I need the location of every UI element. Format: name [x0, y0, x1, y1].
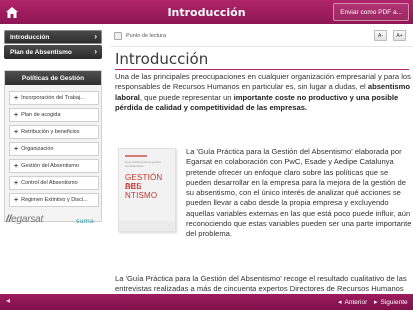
politica-label: Organización — [21, 146, 54, 152]
results-paragraph: La 'Guía Práctica para la Gestión del Ab… — [115, 274, 407, 294]
politicas-title: Políticas de Gestión — [5, 71, 101, 85]
politica-item[interactable]: + Regimen Extintivo y Disci... — [9, 193, 99, 207]
send-pdf-button[interactable]: Enviar como PDF a... — [333, 3, 409, 21]
font-increase-button[interactable]: A+ — [393, 30, 406, 41]
plus-icon: + — [14, 196, 19, 204]
intro-paragraph: Una de las principales preocupaciones en… — [115, 72, 411, 112]
plus-icon: + — [14, 179, 19, 187]
politica-item[interactable]: + Gestión del Absentismo — [9, 159, 99, 173]
nav-plan-absentismo[interactable]: Plan de Absentismo › — [4, 45, 102, 59]
font-decrease-button[interactable]: A- — [374, 30, 387, 41]
guide-cover-image: Guía práctica para la gestión del absent… — [118, 148, 176, 232]
top-bar: Introducción Enviar como PDF a... — [0, 0, 413, 24]
bookmark-icon — [114, 31, 122, 40]
sidebar: Introducción › Plan de Absentismo › Polí… — [0, 24, 106, 294]
next-label: Siguiente — [380, 298, 408, 306]
main-content[interactable]: Punto de lectura A- A+ Introducción Una … — [110, 24, 413, 294]
previous-label: Anterior — [344, 298, 368, 306]
plus-icon: + — [14, 128, 19, 136]
previous-button[interactable]: ◂ Anterior — [335, 296, 367, 308]
politica-item[interactable]: + Control del Absentismo — [9, 176, 99, 190]
nav-label: Plan de Absentismo — [10, 48, 72, 56]
chevron-right-icon: › — [94, 32, 97, 41]
politicas-panel: Políticas de Gestión + Incorporación del … — [4, 70, 102, 222]
politica-label: Plan de acogida — [21, 112, 61, 118]
bottom-bar: ◂ ◂ Anterior ▸ Siguiente — [0, 294, 413, 310]
egarsat-logo: //egarsat — [6, 214, 44, 225]
politica-item[interactable]: + Incorporación del Trabaj... — [9, 91, 99, 105]
previous-icon: ◂ — [338, 299, 342, 306]
politica-label: Gestión del Absentismo — [21, 163, 79, 169]
back-arrow-icon[interactable]: ◂ — [6, 296, 10, 305]
nav-introduccion[interactable]: Introducción › — [4, 30, 102, 44]
politica-item[interactable]: + Plan de acogida — [9, 108, 99, 122]
next-icon: ▸ — [374, 299, 378, 306]
guide-paragraph: La 'Guía Práctica para la Gestión del Ab… — [186, 147, 412, 239]
politica-item[interactable]: + Organización — [9, 142, 99, 156]
window-title: Introducción — [167, 5, 246, 19]
politica-label: Regimen Extintivo y Disci... — [21, 197, 88, 203]
politica-item[interactable]: + Retribución y beneficios — [9, 125, 99, 139]
plus-icon: + — [14, 145, 19, 153]
plus-icon: + — [14, 162, 19, 170]
title-underline — [115, 69, 409, 70]
politica-label: Retribución y beneficios — [21, 129, 80, 135]
plus-icon: + — [14, 94, 19, 102]
next-button[interactable]: ▸ Siguiente — [371, 296, 408, 308]
suma-logo: suma — [76, 217, 94, 225]
home-icon[interactable] — [4, 4, 20, 20]
page-title: Introducción — [115, 50, 209, 68]
politica-label: Incorporación del Trabaj... — [21, 95, 85, 101]
content-toolbar: Punto de lectura A- A+ — [110, 24, 413, 46]
nav-label: Introducción — [10, 33, 50, 41]
politica-label: Control del Absentismo — [21, 180, 78, 186]
chevron-right-icon: › — [94, 47, 97, 56]
sponsor-logos: //egarsat suma — [4, 210, 102, 238]
plus-icon: + — [14, 111, 19, 119]
divider — [110, 46, 413, 47]
reading-point-toggle[interactable]: Punto de lectura — [114, 30, 166, 41]
reading-point-label: Punto de lectura — [126, 32, 167, 39]
